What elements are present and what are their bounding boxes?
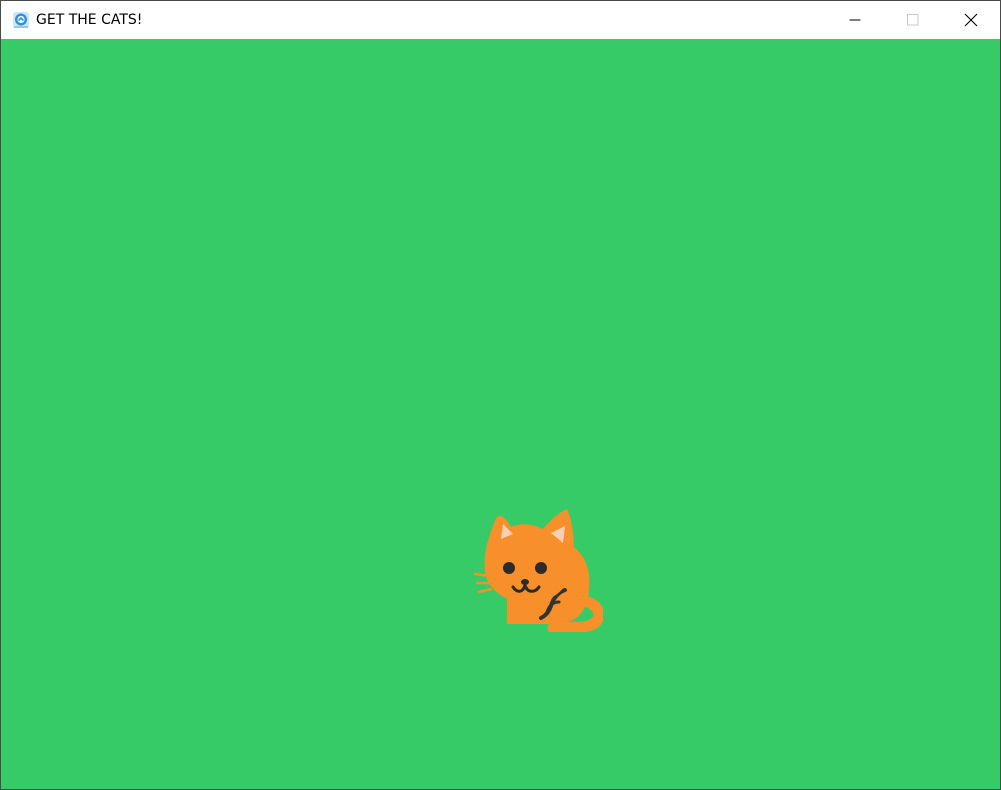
app-icon — [12, 11, 30, 29]
maximize-button[interactable] — [890, 1, 936, 39]
window-title: GET THE CATS! — [36, 12, 143, 28]
cat-sprite[interactable] — [473, 470, 603, 632]
minimize-button[interactable] — [832, 1, 878, 39]
minimize-icon — [849, 19, 861, 21]
maximize-icon — [907, 14, 919, 26]
close-button[interactable] — [948, 1, 994, 39]
game-canvas[interactable] — [1, 39, 1000, 789]
title-bar[interactable]: GET THE CATS! — [1, 1, 1000, 39]
app-window: GET THE CATS! — [0, 0, 1001, 790]
close-icon — [964, 13, 978, 27]
